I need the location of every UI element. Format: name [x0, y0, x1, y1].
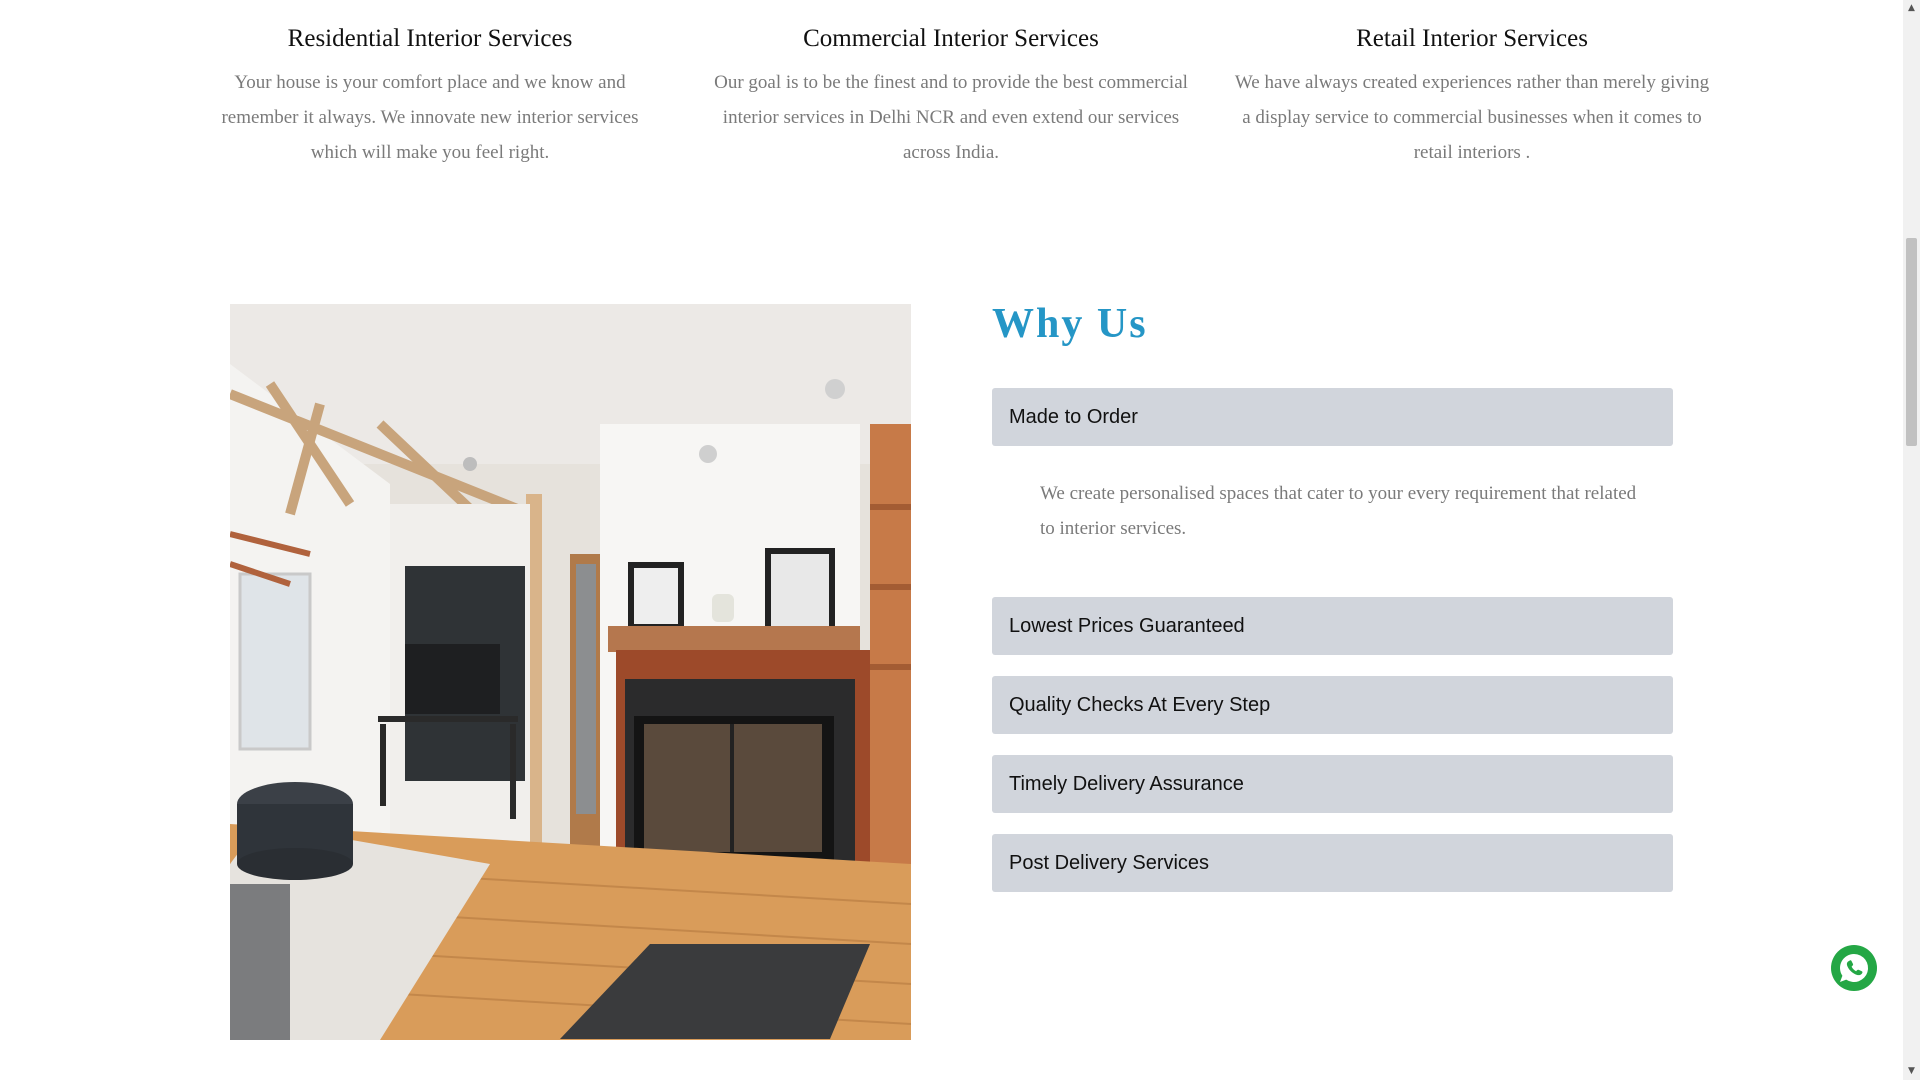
- accordion-item-made-to-order[interactable]: Made to Order: [992, 388, 1673, 446]
- scroll-up-arrow[interactable]: ▲: [1903, 0, 1920, 17]
- service-title: Retail Interior Services: [1356, 25, 1588, 52]
- scrollbar-thumb[interactable]: [1906, 238, 1917, 446]
- page-scrollbar[interactable]: ▲ ▼: [1903, 0, 1920, 1080]
- whatsapp-icon: [1831, 945, 1877, 991]
- living-room-image: [230, 304, 911, 1040]
- service-description: Our goal is to be the finest and to prov…: [714, 72, 1188, 163]
- whatsapp-button[interactable]: [1831, 945, 1877, 991]
- service-title: Residential Interior Services: [287, 25, 573, 52]
- service-title: Commercial Interior Services: [803, 25, 1099, 52]
- accordion-item-lowest-prices[interactable]: Lowest Prices Guaranteed: [992, 597, 1673, 655]
- accordion-item-quality-checks[interactable]: Quality Checks At Every Step: [992, 676, 1673, 734]
- scroll-down-arrow[interactable]: ▼: [1903, 1063, 1920, 1080]
- service-description: We have always created experiences rathe…: [1234, 72, 1710, 163]
- accordion-body-made-to-order: We create personalised spaces that cater…: [1040, 483, 1637, 539]
- accordion-item-timely-delivery[interactable]: Timely Delivery Assurance: [992, 755, 1673, 813]
- service-description: Your house is your comfort place and we …: [221, 72, 639, 163]
- why-us-title: Why Us: [992, 301, 1148, 347]
- accordion-item-post-delivery[interactable]: Post Delivery Services: [992, 834, 1673, 892]
